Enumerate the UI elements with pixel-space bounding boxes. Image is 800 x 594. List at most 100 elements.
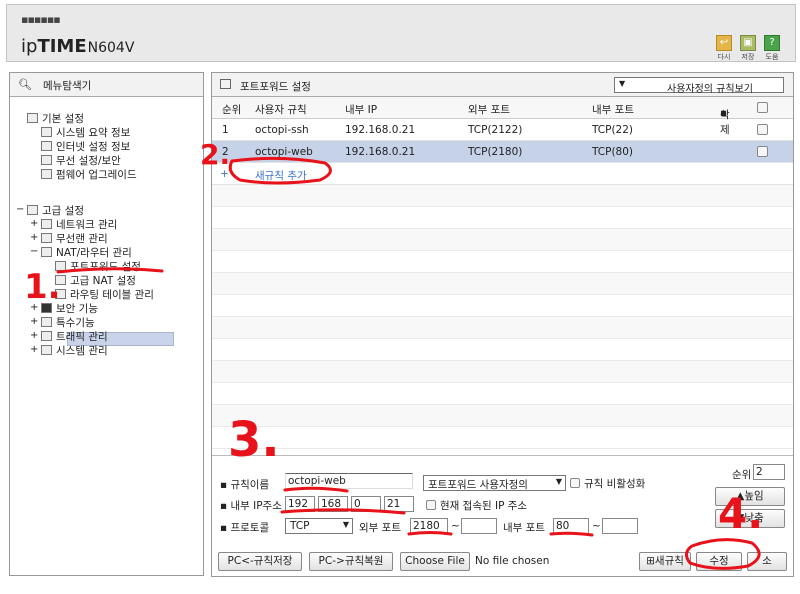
cancel-button[interactable]: 소: [747, 552, 787, 571]
expand-icon[interactable]: +: [30, 232, 38, 243]
protocol-label: ▪ 프로토콜: [220, 522, 270, 534]
help-icon: ?: [764, 35, 780, 51]
chip-icon: [41, 169, 52, 179]
wireless-icon: [41, 233, 52, 243]
lower-order-button[interactable]: ▼낮춤: [715, 509, 785, 528]
search-icon: 🔍︎: [18, 78, 32, 91]
view-select[interactable]: ▼ 사용자정의 규칙보기: [614, 77, 784, 95]
save-icon: ▣: [740, 35, 756, 51]
tree-item-system-summary[interactable]: 시스템 요약 정보: [41, 125, 130, 140]
internal-port-label: 내부 포트: [503, 522, 545, 534]
modify-button[interactable]: 수정: [696, 552, 742, 571]
external-port-end[interactable]: [461, 518, 497, 534]
ip-octet-2[interactable]: 168: [318, 496, 348, 512]
tree-item-special[interactable]: 특수기능: [41, 315, 95, 330]
tree-item-network[interactable]: 네트워크 관리: [41, 217, 117, 232]
expand-icon[interactable]: +: [30, 344, 38, 355]
expand-icon[interactable]: +: [30, 302, 38, 313]
port-forward-panel: 포트포워드 설정 ▼ 사용자정의 규칙보기 순위 사용자 규칙 내부 IP 외부…: [211, 72, 794, 577]
header-bar: ▪▪▪▪▪▪ ipTIMEN604V ↩ 다시 ▣ 저장 ? 도움: [6, 4, 796, 62]
folder-gear-icon: [27, 205, 38, 215]
brand-dots-logo: ▪▪▪▪▪▪: [21, 13, 61, 26]
tree-item-advanced-nat[interactable]: 고급 NAT 설정: [55, 273, 136, 288]
file-status: No file chosen: [475, 555, 550, 567]
lock-icon: [41, 303, 52, 313]
panel-header: 포트포워드 설정 ▼ 사용자정의 규칙보기: [212, 73, 793, 97]
expand-icon[interactable]: +: [30, 330, 38, 341]
traffic-icon: [41, 331, 52, 341]
router-icon: [41, 247, 52, 257]
row-delete-checkbox[interactable]: [757, 124, 768, 135]
empty-rows: [212, 185, 793, 449]
disable-rule-option[interactable]: 규칙 비활성화: [570, 476, 645, 491]
window-icon: [220, 79, 231, 89]
folder-gear-icon: [27, 113, 38, 123]
dropdown-arrow-icon: ▼: [555, 477, 562, 486]
tree-item-nat-router[interactable]: NAT/라우터 관리: [41, 245, 132, 260]
expand-icon[interactable]: +: [30, 218, 38, 229]
ip-octet-1[interactable]: 192: [285, 496, 315, 512]
tree-basic-settings[interactable]: 기본 설정: [27, 111, 84, 126]
row-delete-checkbox[interactable]: [757, 146, 768, 157]
tree-item-system[interactable]: 시스템 관리: [41, 343, 108, 358]
ip-octet-3[interactable]: 0: [351, 496, 381, 512]
tree-item-security[interactable]: 보안 기능: [41, 301, 98, 316]
dropdown-arrow-icon: ▼: [342, 520, 349, 529]
dropdown-arrow-icon: ▼: [619, 79, 626, 88]
menu-explorer-title: 메뉴탐색기: [43, 80, 92, 92]
internal-port-end[interactable]: [602, 518, 638, 534]
order-label: 순위: [732, 469, 752, 481]
current-ip-option[interactable]: 현재 접속된 IP 주소: [426, 498, 527, 513]
network-icon: [41, 219, 52, 229]
order-input[interactable]: 2: [753, 464, 785, 480]
save-to-pc-button[interactable]: PC<-규칙저장: [218, 552, 302, 571]
page-icon: [55, 261, 66, 271]
tree-item-wireless-security[interactable]: 무선 설정/보안: [41, 153, 121, 168]
page-icon: [55, 275, 66, 285]
undo-button[interactable]: ↩ 다시: [713, 35, 735, 62]
rule-edit-form: ▪ 규칙이름 octopi-web 포트포워드 사용자정의 ▼ 규칙 비활성화 ▪…: [212, 455, 793, 576]
add-icon: +: [220, 168, 229, 180]
tree-item-port-forward[interactable]: 포트포워드 설정: [55, 259, 141, 274]
rules-table: 순위 사용자 규칙 내부 IP 외부 포트 내부 포트 ▪ 삭제 1 octopi…: [212, 97, 793, 449]
table-row[interactable]: 1 octopi-ssh 192.168.0.21 TCP(2122) TCP(…: [212, 119, 793, 141]
monitor-icon: [41, 141, 52, 151]
rule-name-input[interactable]: octopi-web: [285, 473, 413, 489]
tree-item-wireless-lan[interactable]: 무선랜 관리: [41, 231, 108, 246]
rule-type-select[interactable]: 포트포워드 사용자정의 ▼: [423, 475, 566, 491]
brand-ip: ip: [21, 36, 38, 57]
plus-icon: ⊞: [646, 555, 655, 567]
tree-item-internet-settings[interactable]: 인터넷 설정 정보: [41, 139, 130, 154]
tree-item-routing-table[interactable]: 라우팅 테이블 관리: [55, 287, 154, 302]
brand-logo: ipTIMEN604V: [21, 36, 134, 57]
rule-name-label: ▪ 규칙이름: [220, 479, 270, 491]
choose-file-button[interactable]: Choose File: [400, 552, 470, 571]
disable-rule-checkbox: [570, 478, 580, 488]
help-button[interactable]: ? 도움: [761, 35, 783, 62]
save-button[interactable]: ▣ 저장: [737, 35, 759, 62]
restore-from-pc-button[interactable]: PC->규칙복원: [309, 552, 393, 571]
expand-icon[interactable]: +: [30, 316, 38, 327]
protocol-select[interactable]: TCP ▼: [285, 518, 353, 534]
collapse-icon[interactable]: −: [30, 246, 38, 257]
tree-item-traffic[interactable]: 트래픽 관리: [41, 329, 108, 344]
raise-order-button[interactable]: ▲높임: [715, 487, 785, 506]
tree-advanced-settings[interactable]: 고급 설정: [27, 203, 84, 218]
select-all-checkbox[interactable]: [757, 102, 768, 113]
external-port-start[interactable]: 2180: [410, 518, 448, 534]
new-rule-button[interactable]: ⊞새규칙: [639, 552, 691, 571]
tree-item-firmware-upgrade[interactable]: 펌웨어 업그레이드: [41, 167, 137, 182]
table-row-selected[interactable]: 2 octopi-web 192.168.0.21 TCP(2180) TCP(…: [212, 141, 793, 163]
table-header: 순위 사용자 규칙 내부 IP 외부 포트 내부 포트 ▪ 삭제: [212, 97, 793, 136]
ip-octet-4[interactable]: 21: [384, 496, 414, 512]
add-rule-link[interactable]: 새규칙 추가: [255, 168, 307, 183]
internal-port-start[interactable]: 80: [553, 518, 589, 534]
wireless-icon: [41, 155, 52, 165]
model-name: N604V: [87, 40, 135, 56]
panel-title: 포트포워드 설정: [240, 81, 311, 93]
external-port-label: 외부 포트: [359, 522, 401, 534]
menu-explorer-header: 🔍︎ 메뉴탐색기: [10, 73, 203, 97]
tools-icon: [41, 317, 52, 327]
collapse-icon[interactable]: −: [16, 204, 24, 215]
add-rule-row[interactable]: + 새규칙 추가: [212, 163, 793, 185]
